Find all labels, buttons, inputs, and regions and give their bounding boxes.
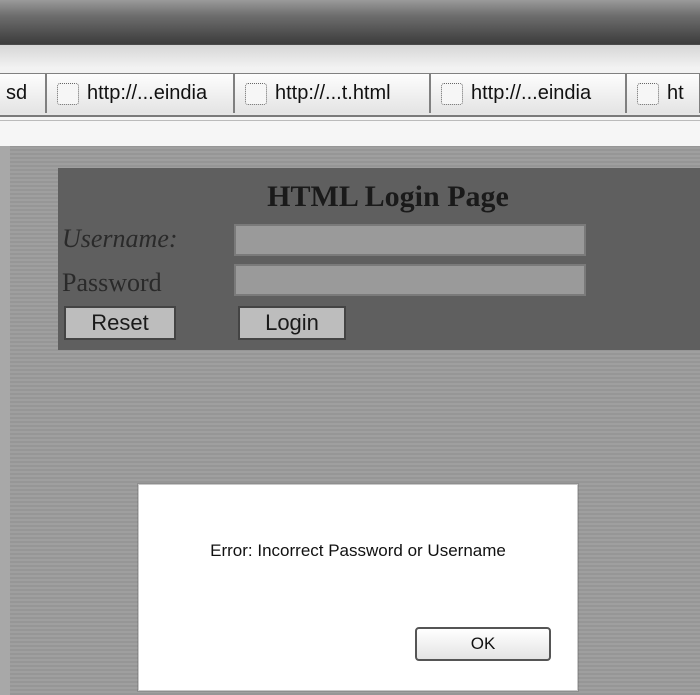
login-form-panel: HTML Login Page Username: Password Reset…	[58, 168, 700, 350]
page-icon	[441, 82, 463, 105]
page-icon	[57, 82, 79, 105]
browser-tab-bar: sd http://...eindia http://...t.html htt…	[0, 44, 700, 121]
username-input[interactable]	[234, 224, 586, 256]
tab-label: http://...eindia	[471, 82, 592, 104]
toolbar-spacer	[0, 120, 700, 147]
tab-1[interactable]: http://...eindia	[46, 73, 234, 113]
page-icon	[637, 82, 659, 105]
tab-label: ht	[667, 82, 684, 104]
username-label: Username:	[62, 224, 178, 253]
tab-3[interactable]: http://...eindia	[430, 73, 626, 113]
tab-label: http://...t.html	[275, 82, 391, 104]
password-label: Password	[62, 268, 162, 297]
error-message: Error: Incorrect Password or Username	[210, 541, 506, 560]
tab-2[interactable]: http://...t.html	[234, 73, 430, 113]
password-input[interactable]	[234, 264, 586, 296]
tab-partial-right[interactable]: ht	[626, 73, 700, 113]
login-title: HTML Login Page	[267, 180, 509, 213]
error-dialog: Error: Incorrect Password or Username OK	[138, 484, 578, 691]
tab-strip: sd http://...eindia http://...t.html htt…	[0, 73, 700, 117]
tab-label: sd	[6, 82, 28, 104]
ok-button[interactable]: OK	[415, 627, 551, 661]
login-button[interactable]: Login	[238, 306, 346, 340]
tab-partial-left[interactable]: sd	[0, 73, 46, 113]
screenshot-frame: sd http://...eindia http://...t.html htt…	[0, 0, 700, 695]
window-top-bar	[0, 0, 700, 44]
page-icon	[245, 82, 267, 105]
reset-button[interactable]: Reset	[64, 306, 176, 340]
tab-label: http://...eindia	[87, 82, 208, 104]
